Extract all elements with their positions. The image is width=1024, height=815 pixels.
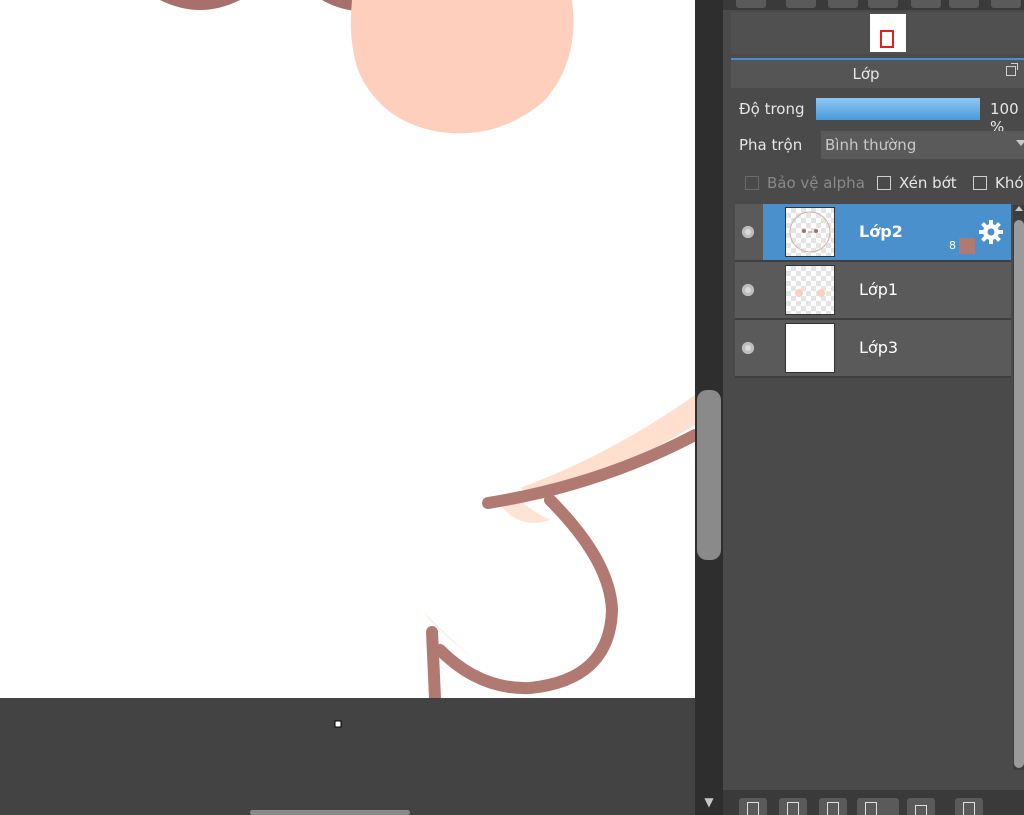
panel-title: Lớp bbox=[852, 65, 880, 83]
toolbar-button[interactable] bbox=[828, 0, 858, 8]
toolbar-button[interactable] bbox=[786, 0, 816, 8]
layer-list: Lớp2 8 Lớp1 Lớp3 bbox=[735, 204, 1011, 378]
layer-row-lop1[interactable]: Lớp1 bbox=[735, 262, 1011, 320]
visibility-icon bbox=[742, 342, 754, 354]
new-layer-icon bbox=[787, 802, 799, 815]
navigator-thumbnail[interactable] bbox=[870, 14, 906, 52]
popout-icon[interactable] bbox=[1006, 63, 1018, 76]
artwork-skin-shape bbox=[350, 0, 574, 134]
opacity-label: Độ trong bbox=[739, 100, 805, 118]
layer-preview-art bbox=[789, 211, 831, 253]
top-toolbar bbox=[723, 0, 1024, 10]
layers-panel-header: Lớp bbox=[731, 58, 1024, 88]
canvas-vertical-scrollbar[interactable] bbox=[697, 390, 721, 560]
layer-thumbnail bbox=[785, 207, 835, 257]
layer-row-lop3[interactable]: Lớp3 bbox=[735, 320, 1011, 378]
layer-row-body[interactable]: Lớp3 bbox=[763, 320, 1011, 376]
gear-icon[interactable] bbox=[978, 219, 1004, 245]
folder-icon bbox=[915, 805, 927, 815]
new-layer-icon bbox=[747, 802, 759, 815]
protect-alpha-checkbox[interactable] bbox=[745, 176, 759, 190]
toolbar-button[interactable] bbox=[911, 0, 941, 8]
layer-row-body[interactable]: Lớp1 bbox=[763, 262, 1011, 318]
clipping-checkbox[interactable] bbox=[877, 176, 891, 190]
layer-thumbnail bbox=[785, 323, 835, 373]
new-layer-icon bbox=[827, 802, 839, 815]
layer-preview-art bbox=[795, 289, 825, 297]
chevron-down-icon[interactable] bbox=[1016, 140, 1024, 146]
scroll-down-arrow-icon[interactable]: ▼ bbox=[700, 795, 718, 809]
canvas-workspace bbox=[0, 698, 695, 815]
opacity-slider[interactable] bbox=[816, 98, 980, 120]
brush-cursor-icon bbox=[334, 720, 342, 728]
new-layer-button[interactable] bbox=[819, 798, 847, 815]
navigator-viewport-frame[interactable] bbox=[880, 30, 894, 48]
layer-name: Lớp2 bbox=[859, 222, 903, 241]
new-layer-button[interactable] bbox=[739, 798, 767, 815]
artwork-stroke-top-left bbox=[160, 0, 240, 10]
layer-list-scrollbar[interactable] bbox=[1014, 220, 1024, 768]
chevron-up-icon[interactable] bbox=[1015, 206, 1023, 211]
layer-actions-bar bbox=[723, 790, 1024, 815]
visibility-icon bbox=[742, 226, 754, 238]
toolbar-button[interactable] bbox=[736, 0, 766, 8]
layer-row-lop2[interactable]: Lớp2 8 bbox=[735, 204, 1011, 262]
new-layer-button[interactable] bbox=[779, 798, 807, 815]
lock-checkbox[interactable] bbox=[973, 176, 987, 190]
opacity-slider-fill bbox=[816, 98, 980, 120]
canvas-artwork bbox=[160, 0, 695, 698]
layer-name: Lớp1 bbox=[859, 280, 899, 299]
layer-color-swatch bbox=[959, 238, 975, 254]
layers-panel: Lớp Độ trong 100 % Pha trộn Bình thường … bbox=[723, 0, 1024, 815]
duplicate-icon bbox=[963, 802, 975, 815]
visibility-icon bbox=[742, 284, 754, 296]
blend-mode-label: Pha trộn bbox=[739, 136, 803, 154]
canvas-horizontal-scrollbar[interactable] bbox=[250, 810, 410, 815]
drawing-canvas[interactable] bbox=[0, 0, 695, 698]
new-layer-icon bbox=[865, 802, 877, 815]
blend-mode-select[interactable]: Bình thường bbox=[821, 131, 1024, 159]
duplicate-layer-button[interactable] bbox=[955, 798, 983, 815]
toolbar-button[interactable] bbox=[868, 0, 898, 8]
clipping-label: Xén bớt bbox=[899, 174, 957, 192]
layer-badge: 8 bbox=[949, 239, 956, 252]
visibility-toggle[interactable] bbox=[735, 262, 763, 318]
protect-alpha-label: Bảo vệ alpha bbox=[767, 174, 865, 192]
layer-name: Lớp3 bbox=[859, 338, 899, 357]
visibility-toggle[interactable] bbox=[735, 204, 763, 260]
layer-thumbnail bbox=[785, 265, 835, 315]
toolbar-button[interactable] bbox=[949, 0, 979, 8]
new-folder-button[interactable] bbox=[907, 798, 935, 815]
new-layer-menu-button[interactable] bbox=[857, 798, 899, 815]
artwork-stroke-stem bbox=[426, 626, 441, 698]
artwork-stroke-hook bbox=[434, 494, 619, 695]
toolbar-button[interactable] bbox=[991, 0, 1021, 8]
layer-row-body[interactable]: Lớp2 8 bbox=[763, 204, 1011, 260]
visibility-toggle[interactable] bbox=[735, 320, 763, 376]
lock-label: Khóa bbox=[995, 174, 1024, 192]
